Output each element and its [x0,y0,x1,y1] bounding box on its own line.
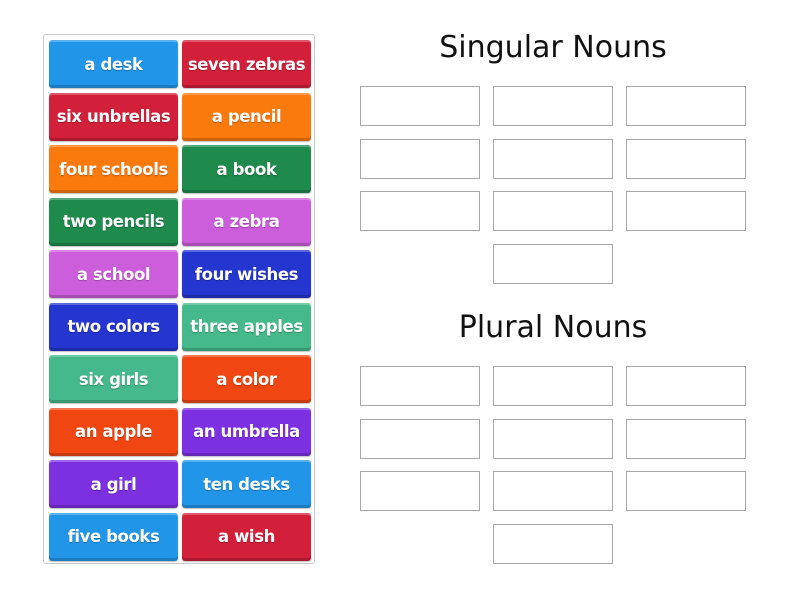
drop-slot[interactable] [493,366,613,406]
word-tile[interactable]: a school [49,250,178,298]
drop-slot[interactable] [360,418,480,459]
drop-slot[interactable] [626,366,746,406]
drop-slot[interactable] [626,191,746,231]
word-tile[interactable]: two colors [49,302,178,351]
drop-slot[interactable] [626,418,746,459]
word-tile[interactable]: six girls [49,355,178,403]
word-tile[interactable]: four schools [49,145,178,193]
word-tile[interactable]: two pencils [49,197,178,246]
word-tile[interactable]: five books [49,512,178,561]
word-tile[interactable]: seven zebras [182,40,311,88]
word-tile[interactable]: three apples [182,302,311,351]
word-tile[interactable]: a book [182,145,311,193]
drop-slot[interactable] [360,366,480,406]
drop-slot[interactable] [493,418,613,459]
drop-slot[interactable] [360,191,480,231]
word-tile[interactable]: a zebra [182,197,311,246]
group-title-singular: Singular Nouns [439,30,667,65]
word-tile[interactable]: a color [182,355,311,403]
word-tile[interactable]: a pencil [182,92,311,141]
word-tile[interactable]: a desk [49,40,178,88]
drop-slot[interactable] [626,138,746,179]
drop-slot[interactable] [493,138,613,179]
drop-slot[interactable] [360,86,480,126]
drop-slot[interactable] [360,471,480,511]
drop-slot[interactable] [493,523,613,564]
drop-slot[interactable] [493,471,613,511]
drop-slot[interactable] [493,191,613,231]
word-tile[interactable]: six unbrellas [49,92,178,141]
group-title-plural: Plural Nouns [458,310,648,345]
word-tile[interactable]: an apple [49,407,178,456]
word-bank: a desk seven zebras six unbrellas a pencil f… [43,34,315,564]
word-tile[interactable]: four wishes [182,250,311,298]
drop-slot[interactable] [360,138,480,179]
word-tile[interactable]: a wish [182,512,311,561]
drop-slot[interactable] [626,471,746,511]
drop-slot[interactable] [626,86,746,126]
word-tile[interactable]: ten desks [182,460,311,508]
drop-slot[interactable] [493,86,613,126]
word-tile[interactable]: a girl [49,460,178,508]
word-tile[interactable]: an umbrella [182,407,311,456]
drop-slot[interactable] [493,243,613,284]
